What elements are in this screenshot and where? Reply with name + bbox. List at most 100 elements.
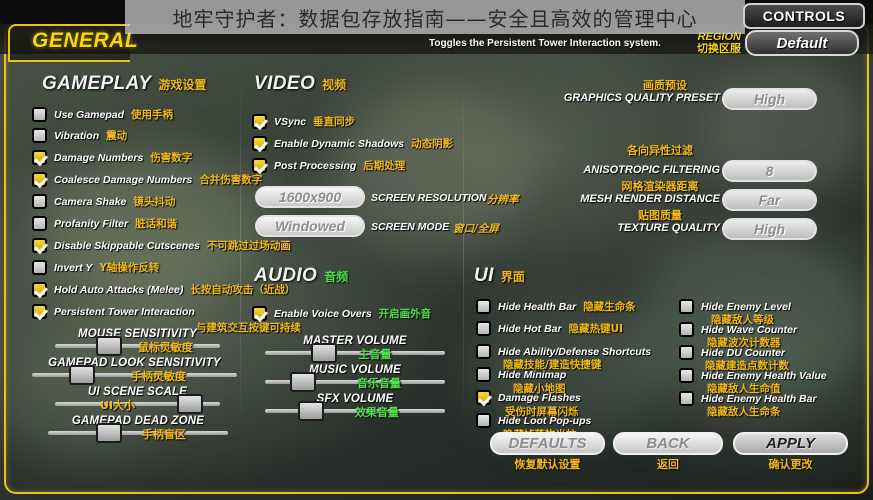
- option-label-en: Enable Dynamic Shadows: [274, 137, 405, 150]
- slider-label-cn: 手柄盲区: [142, 428, 186, 441]
- option-damage-flashes[interactable]: Damage Flashes: [476, 390, 581, 405]
- title-overlay: 地牢守护者：数据包存放指南——安全且高效的管理中心: [125, 0, 745, 34]
- slider-label-cn: 效果音量: [355, 406, 399, 419]
- option-profanity-filter[interactable]: Profanity Filter 脏话和谐: [32, 216, 177, 231]
- option-label-cn: 脏话和谐: [135, 218, 178, 230]
- option-label-en: Damage Numbers: [54, 151, 144, 164]
- checkbox[interactable]: [32, 216, 47, 231]
- defaults-button[interactable]: DEFAULTS: [490, 432, 605, 455]
- checkbox[interactable]: [32, 150, 47, 165]
- option-label-en: Camera Shake: [54, 195, 127, 208]
- option-label-cn: 开启画外音: [378, 308, 432, 320]
- checkbox[interactable]: [252, 114, 267, 129]
- back-button[interactable]: BACK: [613, 432, 723, 455]
- slider-label-cn: 主音量: [358, 348, 392, 361]
- option-label-cn: 伤害数字: [150, 152, 193, 164]
- slider-ui-scene-scale[interactable]: UI SCENE SCALE UI大小: [55, 386, 220, 418]
- option-persistent-tower-interaction[interactable]: Persistent Tower Interaction: [32, 304, 195, 319]
- checkbox[interactable]: [252, 136, 267, 151]
- label-screen-mode-cn: 窗口/全屏: [453, 223, 499, 235]
- checkbox[interactable]: [32, 260, 47, 275]
- checkbox[interactable]: [32, 128, 47, 143]
- option-label-en: Coalesce Damage Numbers: [54, 173, 193, 186]
- slider-mouse-sensitivity[interactable]: MOUSE SENSITIVITY 鼠标灵敏度: [55, 328, 220, 360]
- option-label-en: VSync: [274, 115, 307, 128]
- option-invert-y[interactable]: Invert Y Y轴操作反转: [32, 260, 159, 275]
- dropdown-graphics-quality-preset[interactable]: High: [722, 88, 817, 110]
- option-enable-voice-overs[interactable]: Enable Voice Overs 开启画外音: [252, 306, 431, 321]
- checkbox[interactable]: [32, 238, 47, 253]
- option-hide-health-bar[interactable]: Hide Health Bar 隐藏生命条: [476, 299, 636, 314]
- checkbox[interactable]: [476, 390, 491, 405]
- option-label-en: Hide Health Bar: [498, 300, 577, 313]
- label-screen-resolution: SCREEN RESOLUTION: [371, 192, 487, 204]
- slider-gamepad-dead-zone[interactable]: GAMEPAD DEAD ZONE 手柄盲区: [48, 415, 228, 447]
- option-label-cn: 使用手柄: [131, 109, 174, 121]
- checkbox[interactable]: [679, 322, 694, 337]
- audio-header-en: AUDIO: [254, 265, 318, 286]
- dropdown-texture-quality[interactable]: High: [722, 218, 817, 240]
- option-hide-minimap[interactable]: Hide Minimap: [476, 367, 566, 382]
- option-label-en: Hide Minimap: [498, 368, 567, 381]
- checkbox[interactable]: [476, 299, 491, 314]
- section-header-gameplay: GAMEPLAY 游戏设置: [42, 73, 206, 95]
- video-header-en: VIDEO: [254, 73, 316, 94]
- checkbox[interactable]: [32, 107, 47, 122]
- option-label-cn: 合并伤害数字: [199, 174, 263, 186]
- option-disable-skippable-cutscenes[interactable]: Disable Skippable Cutscenes 不可跳过过场动画: [32, 238, 291, 253]
- option-damage-numbers[interactable]: Damage Numbers 伤害数字: [32, 150, 192, 165]
- checkbox[interactable]: [679, 299, 694, 314]
- checkbox[interactable]: [32, 304, 47, 319]
- option-use-gamepad[interactable]: Use Gamepad 使用手柄: [32, 107, 173, 122]
- checkbox[interactable]: [252, 306, 267, 321]
- checkbox[interactable]: [679, 345, 694, 360]
- apply-button[interactable]: APPLY: [733, 432, 848, 455]
- option-vibration[interactable]: Vibration 震动: [32, 128, 127, 143]
- label-screen-mode: SCREEN MODE: [371, 221, 450, 233]
- checkbox[interactable]: [32, 172, 47, 187]
- region-value-dropdown[interactable]: Default: [745, 30, 859, 56]
- checkbox[interactable]: [679, 368, 694, 383]
- option-label-cn: 隐藏热键UI: [568, 323, 624, 335]
- option-hide-loot-popups[interactable]: Hide Loot Pop-ups: [476, 413, 591, 428]
- dropdown-screen-resolution[interactable]: 1600x900: [255, 186, 365, 208]
- checkbox[interactable]: [252, 158, 267, 173]
- slider-master-volume[interactable]: MASTER VOLUME 主音量: [265, 335, 445, 367]
- option-coalesce-damage-numbers[interactable]: Coalesce Damage Numbers 合并伤害数字: [32, 172, 262, 187]
- checkbox[interactable]: [32, 194, 47, 209]
- option-label-en: Hide DU Counter: [701, 346, 785, 359]
- slider-sfx-volume[interactable]: SFX VOLUME 效果音量: [265, 393, 445, 425]
- checkbox[interactable]: [679, 391, 694, 406]
- option-label-en: Persistent Tower Interaction: [54, 305, 195, 318]
- option-vsync[interactable]: VSync 垂直同步: [252, 114, 355, 129]
- slider-label-cn: 音乐音量: [357, 377, 401, 390]
- checkbox[interactable]: [476, 413, 491, 428]
- option-post-processing[interactable]: Post Processing 后期处理: [252, 158, 405, 173]
- option-label-cn: 后期处理: [363, 160, 406, 172]
- checkbox[interactable]: [476, 344, 491, 359]
- option-hide-hot-bar[interactable]: Hide Hot Bar 隐藏热键UI: [476, 321, 623, 336]
- slider-music-volume[interactable]: MUSIC VOLUME 音乐音量: [265, 364, 445, 396]
- option-enable-dynamic-shadows[interactable]: Enable Dynamic Shadows 动态阴影: [252, 136, 453, 151]
- video-header-cn: 视频: [322, 78, 347, 92]
- section-header-audio: AUDIO 音频: [254, 265, 348, 287]
- checkbox[interactable]: [476, 367, 491, 382]
- option-hide-enemy-health-bar-cn: 隐藏敌人生命条: [707, 406, 781, 418]
- slider-label-cn: 鼠标灵敏度: [138, 341, 193, 354]
- dropdown-screen-mode[interactable]: Windowed: [255, 215, 365, 237]
- slider-gamepad-look-sensitivity[interactable]: GAMEPAD LOOK SENSITIVITY 手柄灵敏度: [32, 357, 237, 389]
- tab-controls[interactable]: CONTROLS: [743, 3, 865, 29]
- checkbox[interactable]: [476, 321, 491, 336]
- label-texture-quality: TEXTURE QUALITY: [617, 222, 720, 234]
- label-graphics-quality-preset: GRAPHICS QUALITY PRESET: [563, 92, 720, 104]
- option-label-cn: 隐藏生命条: [583, 301, 636, 313]
- section-header-ui: UI 界面: [474, 265, 525, 287]
- gameplay-header-en: GAMEPLAY: [42, 73, 152, 94]
- checkbox[interactable]: [32, 282, 47, 297]
- option-label-en: Hide Loot Pop-ups: [498, 414, 592, 427]
- option-label-en: Hide Ability/Defense Shortcuts: [498, 345, 652, 358]
- option-label-en: Hide Hot Bar: [498, 322, 562, 335]
- game-settings-screen: GENERAL CONTROLS Toggles the Persistent …: [0, 0, 873, 500]
- option-camera-shake[interactable]: Camera Shake 镜头抖动: [32, 194, 175, 209]
- audio-header-cn: 音频: [324, 270, 349, 284]
